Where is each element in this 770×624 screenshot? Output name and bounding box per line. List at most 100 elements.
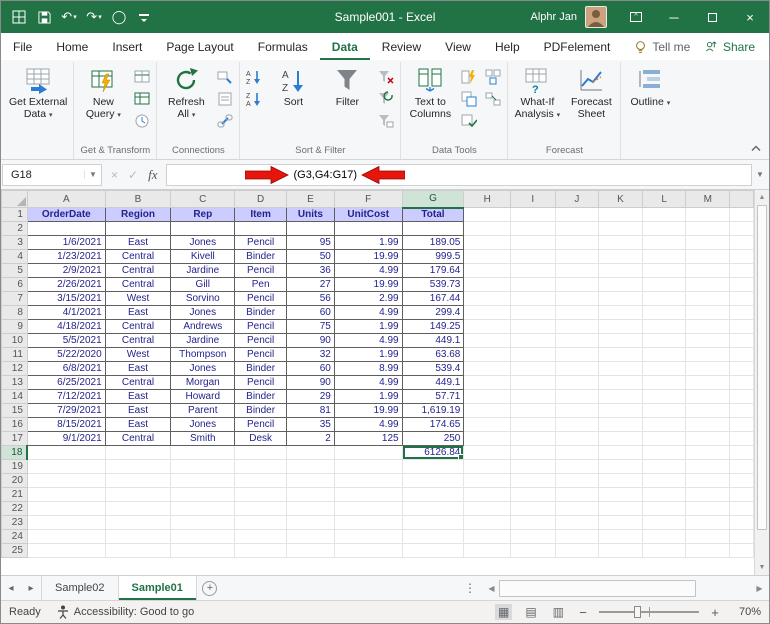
cell-L9[interactable] <box>641 319 687 334</box>
cell-F21[interactable] <box>333 487 403 502</box>
cell-C10[interactable]: Jardine <box>170 333 236 348</box>
cell-I6[interactable] <box>509 277 556 292</box>
cell-K4[interactable] <box>598 249 643 264</box>
cell-J22[interactable] <box>554 501 600 516</box>
cell-F2[interactable] <box>333 221 403 236</box>
show-queries-button[interactable] <box>131 68 153 86</box>
cell-L5[interactable] <box>641 263 687 278</box>
cell-I9[interactable] <box>509 319 556 334</box>
cell-L16[interactable] <box>641 417 687 432</box>
cell-K2[interactable] <box>598 221 643 236</box>
cell-L25[interactable] <box>641 543 687 558</box>
cell-K6[interactable] <box>598 277 643 292</box>
cell-M16[interactable] <box>685 417 731 432</box>
cell-L14[interactable] <box>641 389 687 404</box>
cell-G10[interactable]: 449.1 <box>401 333 465 348</box>
cell-I5[interactable] <box>509 263 556 278</box>
scroll-down-icon[interactable]: ▼ <box>755 560 769 575</box>
cell-K12[interactable] <box>598 361 643 376</box>
cell-M11[interactable] <box>685 347 731 362</box>
row-header-19[interactable]: 19 <box>1 459 28 474</box>
cell-L10[interactable] <box>641 333 687 348</box>
what-if-analysis-button[interactable]: ? What-If Analysis ▾ <box>511 63 563 143</box>
row-header-3[interactable]: 3 <box>1 235 28 250</box>
cell-E11[interactable]: 32 <box>286 347 335 362</box>
cell-A14[interactable]: 7/12/2021 <box>26 389 106 404</box>
get-external-data-button[interactable]: Get External Data ▾ <box>6 63 70 143</box>
cell-E4[interactable]: 50 <box>286 249 335 264</box>
insert-function-button[interactable]: fx <box>148 167 157 183</box>
cell-M10[interactable] <box>685 333 731 348</box>
cell-J21[interactable] <box>554 487 600 502</box>
formula-bar-expand-button[interactable]: ▼ <box>752 170 768 179</box>
cell-I24[interactable] <box>509 529 556 544</box>
cell-G15[interactable]: 1,619.19 <box>401 403 465 418</box>
cell-C2[interactable] <box>170 221 236 236</box>
filter-button[interactable]: Filter <box>321 63 373 143</box>
cell-M25[interactable] <box>685 543 731 558</box>
cell-x15[interactable] <box>729 403 754 418</box>
cell-J4[interactable] <box>554 249 600 264</box>
cell-I3[interactable] <box>509 235 556 250</box>
cell-L20[interactable] <box>641 473 687 488</box>
cell-F13[interactable]: 4.99 <box>333 375 403 390</box>
scroll-left-icon[interactable]: ◀ <box>484 584 499 593</box>
cell-A18[interactable] <box>26 445 106 460</box>
flash-fill-button[interactable] <box>458 68 480 86</box>
cell-L19[interactable] <box>641 459 687 474</box>
cell-F6[interactable]: 19.99 <box>333 277 403 292</box>
cell-H12[interactable] <box>463 361 511 376</box>
cell-B5[interactable]: Central <box>104 263 172 278</box>
cell-C12[interactable]: Jones <box>170 361 236 376</box>
cell-I16[interactable] <box>509 417 556 432</box>
cell-H9[interactable] <box>463 319 511 334</box>
cell-M14[interactable] <box>685 389 731 404</box>
excel-app-icon[interactable] <box>7 5 31 29</box>
sort-button[interactable]: AZ Sort <box>267 63 319 143</box>
cell-F19[interactable] <box>333 459 403 474</box>
scroll-up-icon[interactable]: ▲ <box>755 190 769 205</box>
cell-J17[interactable] <box>554 431 600 446</box>
cell-E22[interactable] <box>286 501 335 516</box>
tab-formulas[interactable]: Formulas <box>246 33 320 60</box>
cell-F14[interactable]: 1.99 <box>333 389 403 404</box>
cell-B19[interactable] <box>104 459 172 474</box>
cell-J10[interactable] <box>554 333 600 348</box>
cell-E12[interactable]: 60 <box>286 361 335 376</box>
cell-H4[interactable] <box>463 249 511 264</box>
cell-x23[interactable] <box>729 515 754 530</box>
cell-H10[interactable] <box>463 333 511 348</box>
cell-x8[interactable] <box>729 305 754 320</box>
clear-filter-button[interactable] <box>375 68 397 86</box>
cell-D5[interactable]: Pencil <box>234 263 288 278</box>
cell-I11[interactable] <box>509 347 556 362</box>
cell-x19[interactable] <box>729 459 754 474</box>
cell-G24[interactable] <box>401 529 465 544</box>
cell-B23[interactable] <box>104 515 172 530</box>
cell-C23[interactable] <box>170 515 236 530</box>
row-header-17[interactable]: 17 <box>1 431 28 446</box>
column-header-I[interactable]: I <box>509 190 556 208</box>
save-button[interactable] <box>32 5 56 29</box>
cell-K8[interactable] <box>598 305 643 320</box>
cell-B15[interactable]: East <box>104 403 172 418</box>
maximize-button[interactable] <box>693 1 731 33</box>
cell-K15[interactable] <box>598 403 643 418</box>
tab-insert[interactable]: Insert <box>100 33 154 60</box>
cell-M18[interactable] <box>685 445 731 460</box>
cell-E15[interactable]: 81 <box>286 403 335 418</box>
vertical-scrollbar[interactable]: ▲ ▼ <box>754 190 769 575</box>
cell-E9[interactable]: 75 <box>286 319 335 334</box>
ribbon-display-options-button[interactable]: ^ <box>617 1 655 33</box>
cell-F9[interactable]: 1.99 <box>333 319 403 334</box>
cell-K1[interactable] <box>598 207 643 222</box>
cell-J1[interactable] <box>554 207 600 222</box>
cell-x13[interactable] <box>729 375 754 390</box>
cell-A20[interactable] <box>26 473 106 488</box>
cell-K14[interactable] <box>598 389 643 404</box>
cell-G19[interactable] <box>401 459 465 474</box>
column-header-K[interactable]: K <box>598 190 643 208</box>
zoom-out-button[interactable]: − <box>577 605 589 620</box>
cell-K17[interactable] <box>598 431 643 446</box>
cell-H13[interactable] <box>463 375 511 390</box>
